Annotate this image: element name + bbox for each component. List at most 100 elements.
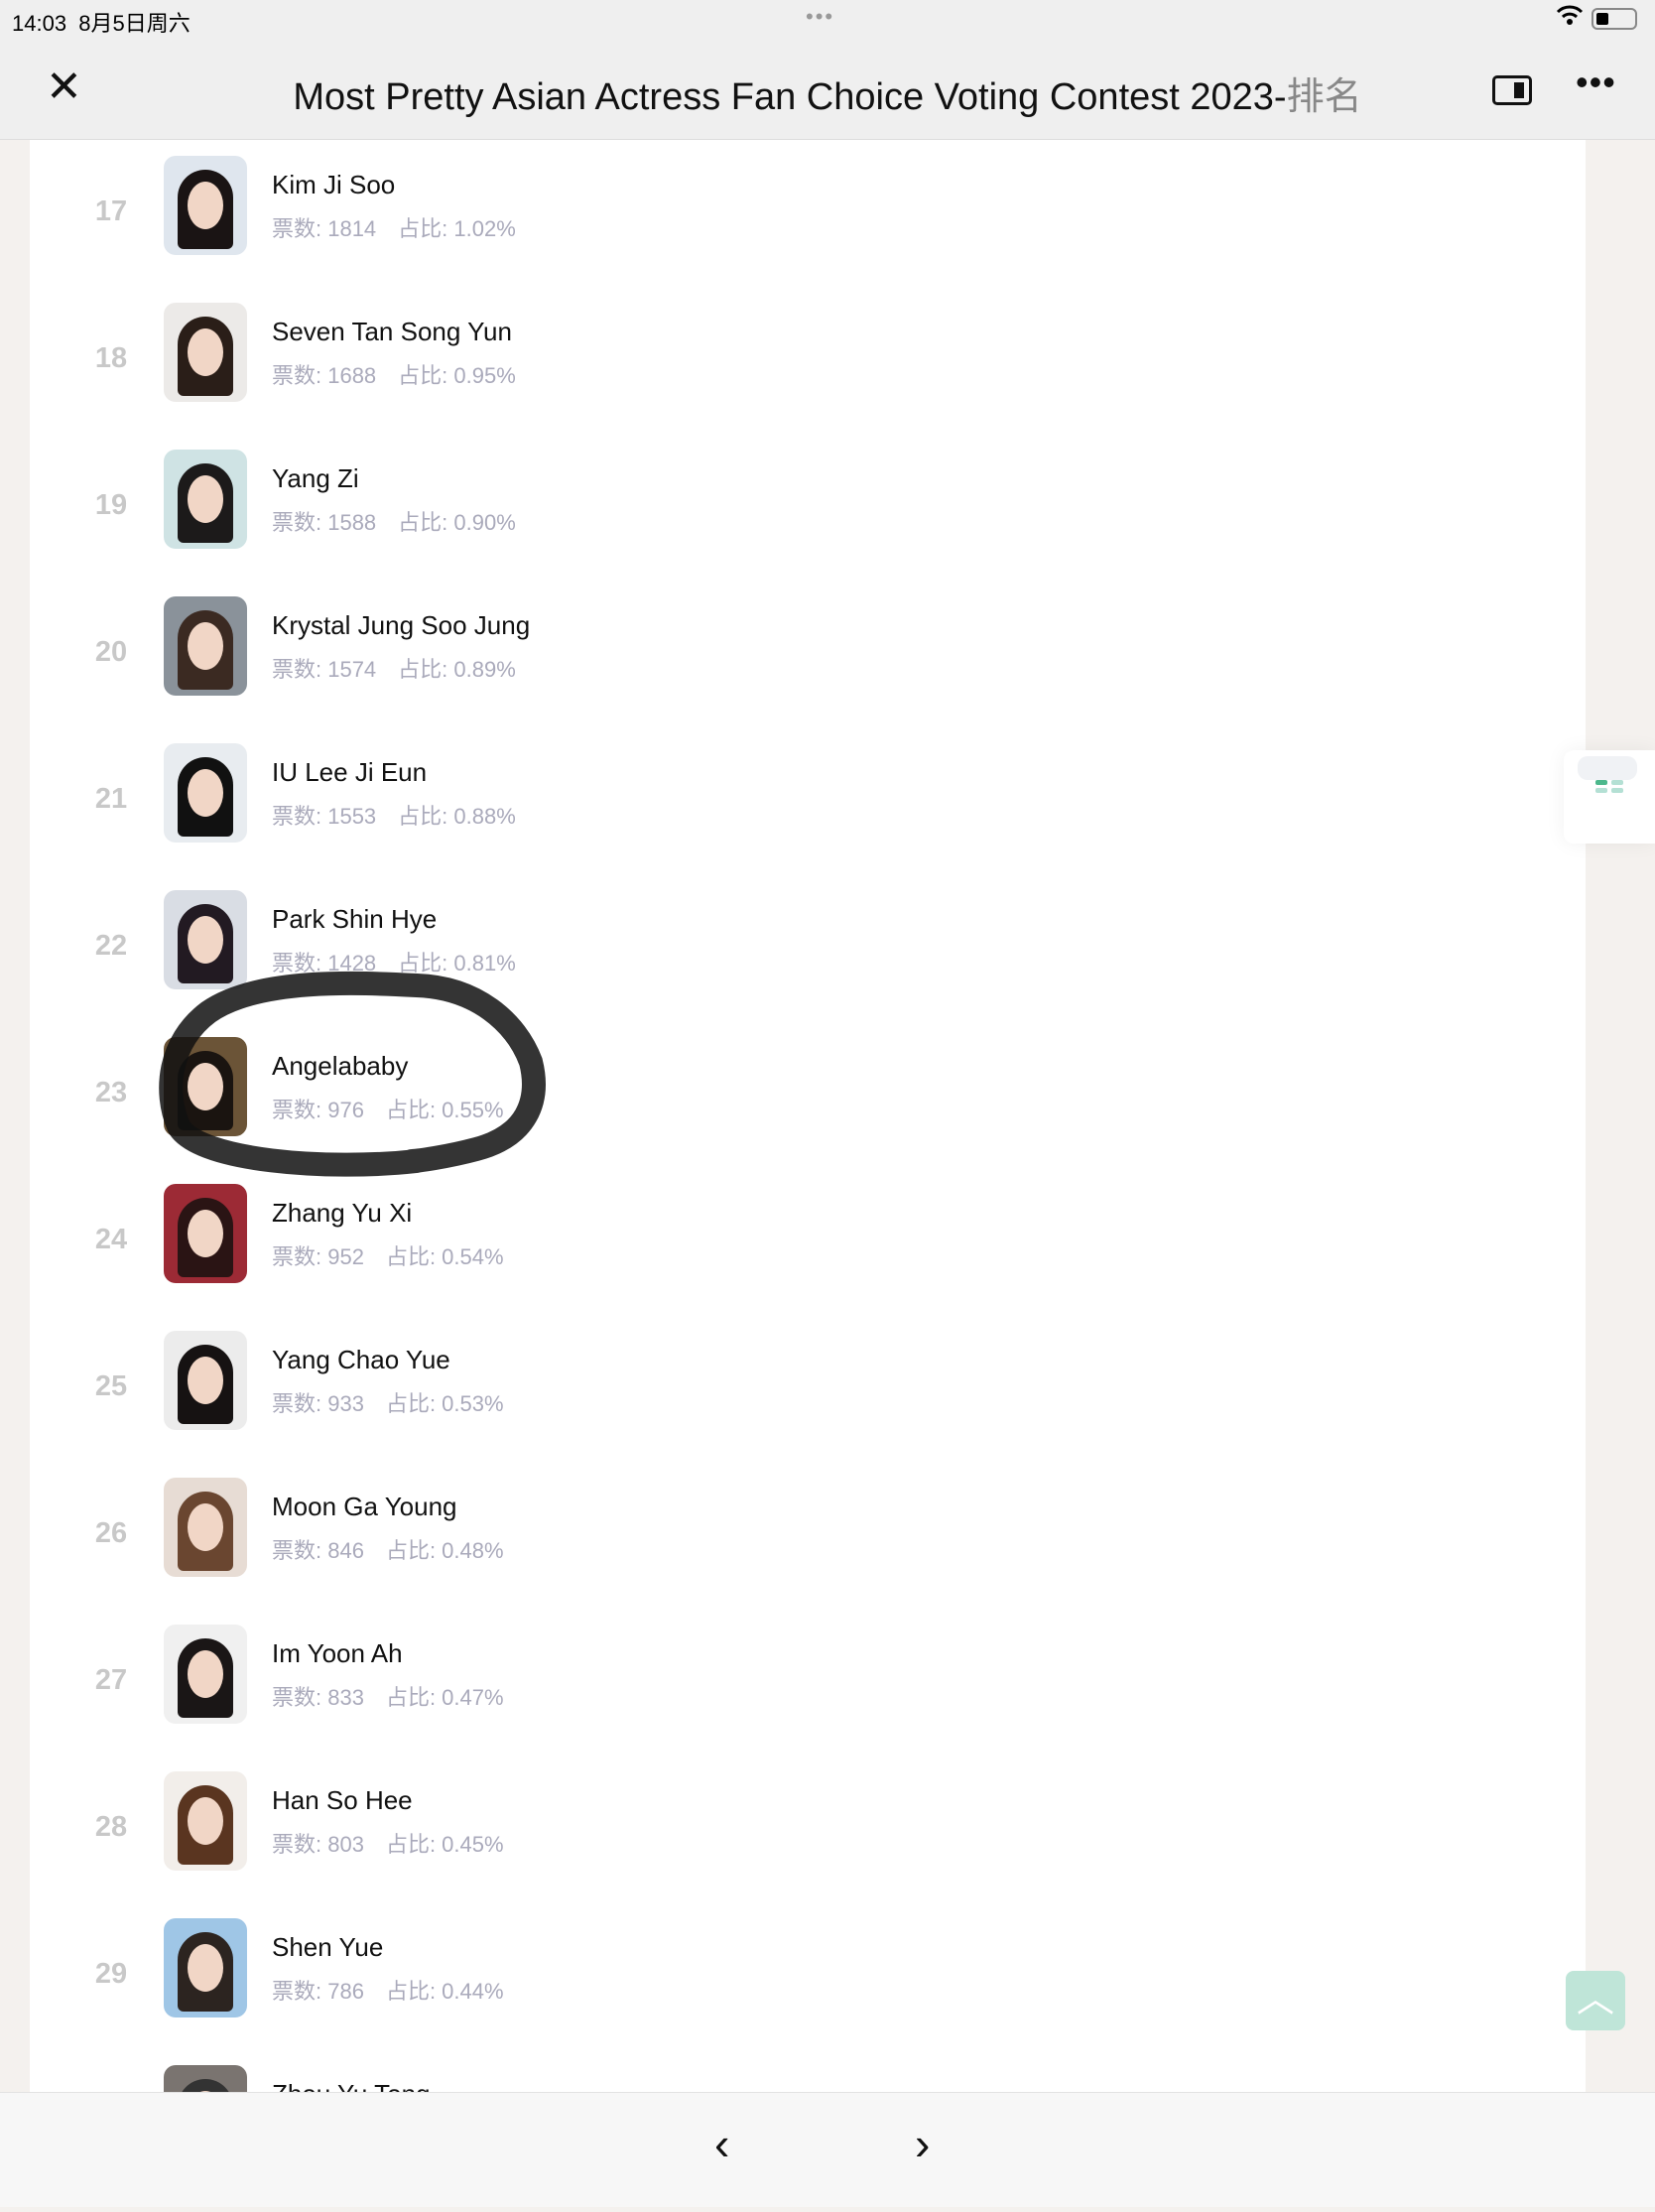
list-item[interactable]: 26 Moon Ga Young 票数: 846 占比: 0.48% — [30, 1478, 1022, 1625]
rank-number: 17 — [94, 195, 128, 227]
avatar[interactable] — [164, 1918, 247, 2017]
vote-share: 占比: 0.90% — [398, 510, 516, 535]
list-item[interactable]: 17 Kim Ji Soo 票数: 1814 占比: 1.02% — [30, 156, 1022, 303]
vote-count: 票数: 1553 — [272, 804, 377, 829]
vote-count: 票数: 952 — [272, 1244, 364, 1269]
vote-count: 票数: 846 — [272, 1538, 364, 1563]
contestant-name: Krystal Jung Soo Jung — [272, 610, 531, 640]
close-icon[interactable]: ✕ — [46, 65, 82, 109]
status-time: 14:03 8月5日周六 — [12, 11, 191, 36]
page-title: Most Pretty Asian Actress Fan Choice Vot… — [293, 76, 1362, 118]
vote-stats: 票数: 1814 占比: 1.02% — [272, 211, 516, 243]
avatar[interactable] — [164, 890, 247, 989]
vote-share: 占比: 0.48% — [385, 1538, 504, 1563]
vote-count: 票数: 1588 — [272, 510, 377, 535]
vote-share: 占比: 0.47% — [385, 1685, 504, 1710]
ranking-list: 17 Kim Ji Soo 票数: 1814 占比: 1.02% 18 Seven … — [30, 140, 1586, 2164]
rank-number: 21 — [94, 783, 128, 815]
vote-count: 票数: 1814 — [272, 216, 377, 241]
avatar[interactable] — [164, 1625, 247, 1724]
list-item[interactable]: 27 Im Yoon Ah 票数: 833 占比: 0.47% — [30, 1625, 1022, 1771]
contestant-name: Yang Zi — [272, 463, 359, 493]
list-item[interactable]: 29 Shen Yue 票数: 786 占比: 0.44% — [30, 1918, 1022, 2065]
vote-count: 票数: 833 — [272, 1685, 364, 1710]
vote-stats: 票数: 803 占比: 0.45% — [272, 1827, 504, 1859]
contestant-name: Kim Ji Soo — [272, 170, 396, 199]
contestant-name: Moon Ga Young — [272, 1492, 457, 1521]
list-item[interactable]: 25 Yang Chao Yue 票数: 933 占比: 0.53% — [30, 1331, 1022, 1478]
rank-number: 20 — [94, 636, 128, 668]
more-options-icon[interactable]: ••• — [1576, 62, 1616, 103]
vote-count: 票数: 1428 — [272, 951, 377, 976]
avatar[interactable] — [164, 156, 247, 255]
minimize-window-icon[interactable] — [1492, 75, 1532, 105]
vote-share: 占比: 0.44% — [385, 1979, 504, 2004]
vote-stats: 票数: 846 占比: 0.48% — [272, 1533, 504, 1565]
rank-number: 19 — [94, 489, 128, 521]
list-item[interactable]: 19 Yang Zi 票数: 1588 占比: 0.90% — [30, 450, 1022, 596]
rank-number: 28 — [94, 1811, 128, 1843]
vote-stats: 票数: 952 占比: 0.54% — [272, 1239, 504, 1271]
grid-menu-button[interactable] — [1564, 750, 1655, 844]
multitasking-dots[interactable]: ••• — [806, 4, 834, 30]
avatar[interactable] — [164, 743, 247, 843]
vote-share: 占比: 1.02% — [398, 216, 516, 241]
back-arrow-icon[interactable]: ‹ — [714, 2121, 729, 2166]
wifi-icon — [1556, 4, 1584, 32]
vote-stats: 票数: 976 占比: 0.55% — [272, 1093, 504, 1124]
list-item[interactable]: 24 Zhang Yu Xi 票数: 952 占比: 0.54% — [30, 1184, 1022, 1331]
list-item[interactable]: 21 IU Lee Ji Eun 票数: 1553 占比: 0.88% — [30, 743, 1022, 890]
avatar[interactable] — [164, 303, 247, 402]
list-item[interactable]: 18 Seven Tan Song Yun 票数: 1688 占比: 0.95% — [30, 303, 1022, 450]
vote-stats: 票数: 833 占比: 0.47% — [272, 1680, 504, 1712]
avatar[interactable] — [164, 1184, 247, 1283]
rank-number: 25 — [94, 1370, 128, 1402]
contestant-name: IU Lee Ji Eun — [272, 757, 428, 787]
vote-share: 占比: 0.89% — [398, 657, 516, 682]
avatar[interactable] — [164, 1478, 247, 1577]
vote-count: 票数: 803 — [272, 1832, 364, 1857]
vote-stats: 票数: 1428 占比: 0.81% — [272, 946, 516, 977]
bottom-navigation: ‹ › — [0, 2092, 1655, 2207]
vote-stats: 票数: 1574 占比: 0.89% — [272, 652, 516, 684]
status-bar: 14:03 8月5日周六 ••• — [0, 0, 1655, 40]
list-item[interactable]: 20 Krystal Jung Soo Jung 票数: 1574 占比: 0.8… — [30, 596, 1022, 743]
vote-stats: 票数: 1553 占比: 0.88% — [272, 799, 516, 831]
list-item[interactable]: 28 Han So Hee 票数: 803 占比: 0.45% — [30, 1771, 1022, 1918]
rank-number: 27 — [94, 1664, 128, 1696]
list-item[interactable]: 22 Park Shin Hye 票数: 1428 占比: 0.81% — [30, 890, 1022, 1037]
vote-count: 票数: 1688 — [272, 363, 377, 388]
avatar[interactable] — [164, 596, 247, 696]
rank-number: 23 — [94, 1077, 128, 1108]
vote-stats: 票数: 786 占比: 0.44% — [272, 1974, 504, 2006]
vote-count: 票数: 786 — [272, 1979, 364, 2004]
vote-share: 占比: 0.55% — [385, 1098, 504, 1122]
contestant-name: Han So Hee — [272, 1785, 413, 1815]
contestant-name: Seven Tan Song Yun — [272, 317, 512, 346]
contestant-name: Im Yoon Ah — [272, 1638, 403, 1668]
vote-count: 票数: 1574 — [272, 657, 377, 682]
scroll-to-top-button[interactable]: ︿ — [1566, 1971, 1625, 2030]
rank-number: 26 — [94, 1517, 128, 1549]
vote-share: 占比: 0.95% — [398, 363, 516, 388]
battery-icon — [1591, 8, 1637, 30]
vote-stats: 票数: 933 占比: 0.53% — [272, 1386, 504, 1418]
list-item[interactable]: 23 Angelababy 票数: 976 占比: 0.55% — [30, 1037, 1022, 1184]
avatar[interactable] — [164, 450, 247, 549]
avatar[interactable] — [164, 1331, 247, 1430]
vote-share: 占比: 0.88% — [398, 804, 516, 829]
rank-number: 24 — [94, 1224, 128, 1255]
contestant-name: Angelababy — [272, 1051, 409, 1081]
vote-share: 占比: 0.45% — [385, 1832, 504, 1857]
avatar[interactable] — [164, 1037, 247, 1136]
contestant-name: Shen Yue — [272, 1932, 384, 1962]
avatar[interactable] — [164, 1771, 247, 1871]
vote-share: 占比: 0.81% — [398, 951, 516, 976]
vote-share: 占比: 0.53% — [385, 1391, 504, 1416]
vote-stats: 票数: 1588 占比: 0.90% — [272, 505, 516, 537]
forward-arrow-icon[interactable]: › — [915, 2121, 930, 2166]
vote-stats: 票数: 1688 占比: 0.95% — [272, 358, 516, 390]
vote-count: 票数: 933 — [272, 1391, 364, 1416]
header: ✕ Most Pretty Asian Actress Fan Choice V… — [0, 40, 1655, 140]
rank-number: 29 — [94, 1958, 128, 1990]
